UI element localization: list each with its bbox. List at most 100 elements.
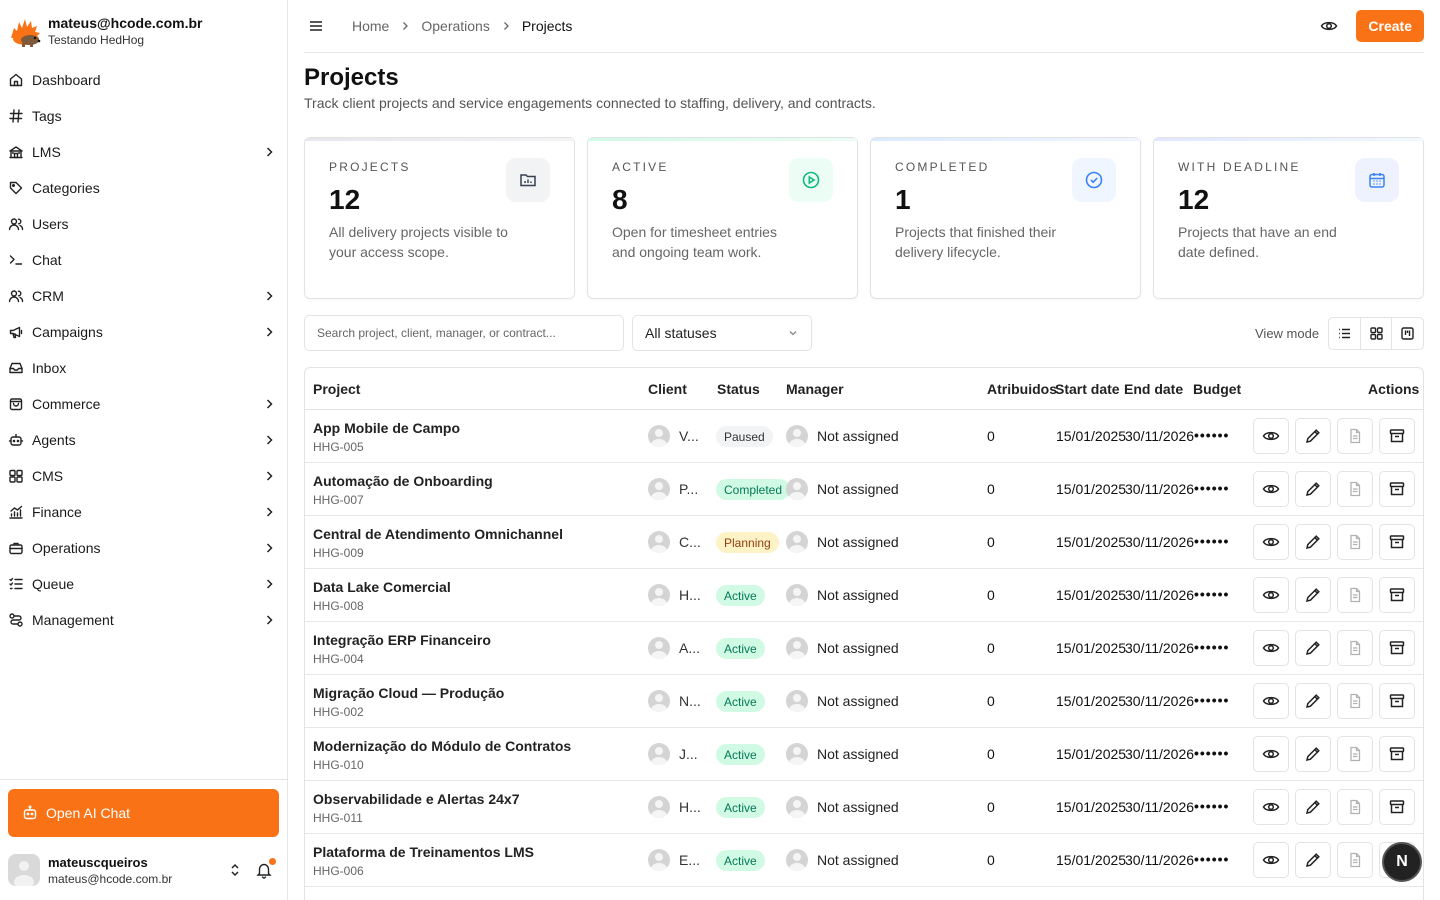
sidebar-item-chat[interactable]: Chat [0,242,288,278]
column-header-status[interactable]: Status [717,381,760,397]
list-view-button[interactable] [1329,318,1361,349]
contract-button[interactable] [1337,789,1373,825]
sidebar-item-operations[interactable]: Operations [0,530,288,566]
sidebar-item-dashboard[interactable]: Dashboard [0,62,288,98]
notifications-button[interactable] [255,858,276,879]
grid-view-button[interactable] [1361,318,1393,349]
edit-button[interactable] [1295,577,1331,613]
sidebar-item-inbox[interactable]: Inbox [0,350,288,386]
contract-button[interactable] [1337,630,1373,666]
sidebar-item-queue[interactable]: Queue [0,566,288,602]
project-name[interactable]: Automação de Onboarding [313,473,493,489]
archive-button[interactable] [1379,471,1415,507]
sidebar-item-management[interactable]: Management [0,602,288,638]
table-row[interactable]: Automação de Onboarding HHG-007 P... Comple… [305,463,1423,516]
project-name[interactable]: Plataforma de Treinamentos LMS [313,844,534,860]
search-input[interactable] [304,315,624,351]
view-button[interactable] [1253,418,1289,454]
project-name[interactable]: Migração Cloud — Produção [313,685,504,701]
status-select[interactable]: All statuses [632,315,812,351]
user-menu[interactable]: mateuscqueiros mateus@hcode.com.br [8,852,279,888]
contract-button[interactable] [1337,418,1373,454]
create-button[interactable]: Create [1356,10,1424,42]
contract-button[interactable] [1337,524,1373,560]
archive-icon [1388,586,1406,604]
contract-button[interactable] [1337,471,1373,507]
contract-button[interactable] [1337,577,1373,613]
open-ai-chat-button[interactable]: Open AI Chat [8,789,279,837]
edit-button[interactable] [1295,471,1331,507]
sidebar-item-users[interactable]: Users [0,206,288,242]
sidebar-item-cms[interactable]: CMS [0,458,288,494]
table-row[interactable]: Migração Cloud — Produção HHG-002 N... Acti… [305,675,1423,728]
view-button[interactable] [1253,471,1289,507]
table-row[interactable]: Central de Atendimento Omnichannel HHG-00… [305,516,1423,569]
archive-button[interactable] [1379,418,1415,454]
sidebar-item-agents[interactable]: Agents [0,422,288,458]
breadcrumb-home[interactable]: Home [352,18,389,34]
archive-button[interactable] [1379,524,1415,560]
table-row[interactable]: Integração ERP Financeiro HHG-004 A... Acti… [305,622,1423,675]
edit-button[interactable] [1295,842,1331,878]
sidebar-item-campaigns[interactable]: Campaigns [0,314,288,350]
contract-button[interactable] [1337,842,1373,878]
sidebar-item-commerce[interactable]: Commerce [0,386,288,422]
archive-button[interactable] [1379,577,1415,613]
project-name[interactable]: Integração ERP Financeiro [313,632,491,648]
start-date: 15/01/2025 [1056,428,1127,444]
edit-button[interactable] [1295,630,1331,666]
project-name[interactable]: Observabilidade e Alertas 24x7 [313,791,519,807]
table-row[interactable]: App Mobile de Campo HHG-005 V... Paused Not … [305,410,1423,463]
column-header-budget[interactable]: Budget [1193,381,1241,397]
view-button[interactable] [1253,789,1289,825]
brand[interactable]: mateus@hcode.com.br Testando HedHog [8,14,202,48]
table-row[interactable]: Observabilidade e Alertas 24x7 HHG-011 H..… [305,781,1423,834]
sidebar-footer: Open AI Chat mateuscqueiros mateus@hcode… [0,779,287,886]
view-button[interactable] [1253,577,1289,613]
sidebar-item-tags[interactable]: Tags [0,98,288,134]
home-icon [8,72,24,88]
view-button[interactable] [1253,683,1289,719]
column-header-start-date[interactable]: Start date [1055,381,1120,397]
project-name[interactable]: Central de Atendimento Omnichannel [313,526,563,542]
view-button[interactable] [1253,630,1289,666]
contract-button[interactable] [1337,736,1373,772]
sidebar-item-lms[interactable]: LMS [0,134,288,170]
breadcrumb-operations[interactable]: Operations [421,18,489,34]
project-name[interactable]: Modernização do Módulo de Contratos [313,738,571,754]
table-row[interactable]: Plataforma de Treinamentos LMS HHG-006 E..… [305,834,1423,887]
column-header-assigned[interactable]: Atribuidos [987,381,1057,397]
archive-button[interactable] [1379,736,1415,772]
column-header-end-date[interactable]: End date [1124,381,1183,397]
kanban-view-button[interactable] [1392,318,1423,349]
archive-button[interactable] [1379,630,1415,666]
edit-button[interactable] [1295,524,1331,560]
archive-icon [1388,427,1406,445]
row-actions [1253,683,1415,719]
eye-icon [1262,851,1280,869]
table-row[interactable]: Modernização do Módulo de Contratos HHG-0… [305,728,1423,781]
sidebar-item-crm[interactable]: CRM [0,278,288,314]
column-header-manager[interactable]: Manager [786,381,844,397]
edit-button[interactable] [1295,683,1331,719]
archive-button[interactable] [1379,789,1415,825]
contract-button[interactable] [1337,683,1373,719]
sidebar-item-finance[interactable]: Finance [0,494,288,530]
archive-button[interactable] [1379,683,1415,719]
sidebar-item-categories[interactable]: Categories [0,170,288,206]
floating-assistant-button[interactable]: N [1382,842,1422,882]
view-button[interactable] [1253,736,1289,772]
edit-button[interactable] [1295,418,1331,454]
edit-button[interactable] [1295,736,1331,772]
project-name[interactable]: App Mobile de Campo [313,420,460,436]
project-name[interactable]: Data Lake Comercial [313,579,451,595]
eye-icon[interactable] [1320,17,1338,35]
edit-button[interactable] [1295,789,1331,825]
column-header-client[interactable]: Client [648,381,687,397]
view-button[interactable] [1253,524,1289,560]
column-header-project[interactable]: Project [313,381,360,397]
view-button[interactable] [1253,842,1289,878]
menu-icon[interactable] [306,16,326,36]
table-row[interactable]: Data Lake Comercial HHG-008 H... Active Not … [305,569,1423,622]
chevrons-up-down-icon[interactable] [227,862,243,878]
